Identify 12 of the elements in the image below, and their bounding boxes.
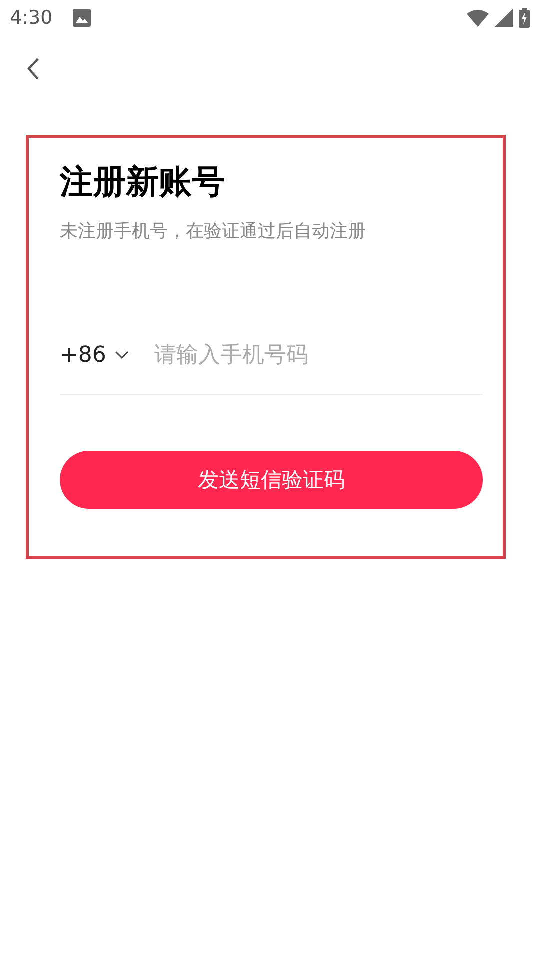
phone-input-field[interactable]: 请输入手机号码 — [154, 342, 483, 368]
page-title: 注册新账号 — [60, 161, 226, 203]
battery-icon — [519, 8, 530, 28]
country-code-selector[interactable]: +86 — [60, 342, 130, 368]
status-time: 4:30 — [10, 7, 53, 29]
back-button[interactable] — [26, 57, 40, 81]
wifi-icon — [467, 9, 489, 27]
subtitle: 未注册手机号，在验证通过后自动注册 — [60, 220, 367, 243]
signal-icon — [495, 9, 513, 27]
send-code-button[interactable]: 发送短信验证码 — [60, 451, 483, 509]
chevron-down-icon — [114, 350, 130, 360]
image-icon — [72, 9, 91, 27]
